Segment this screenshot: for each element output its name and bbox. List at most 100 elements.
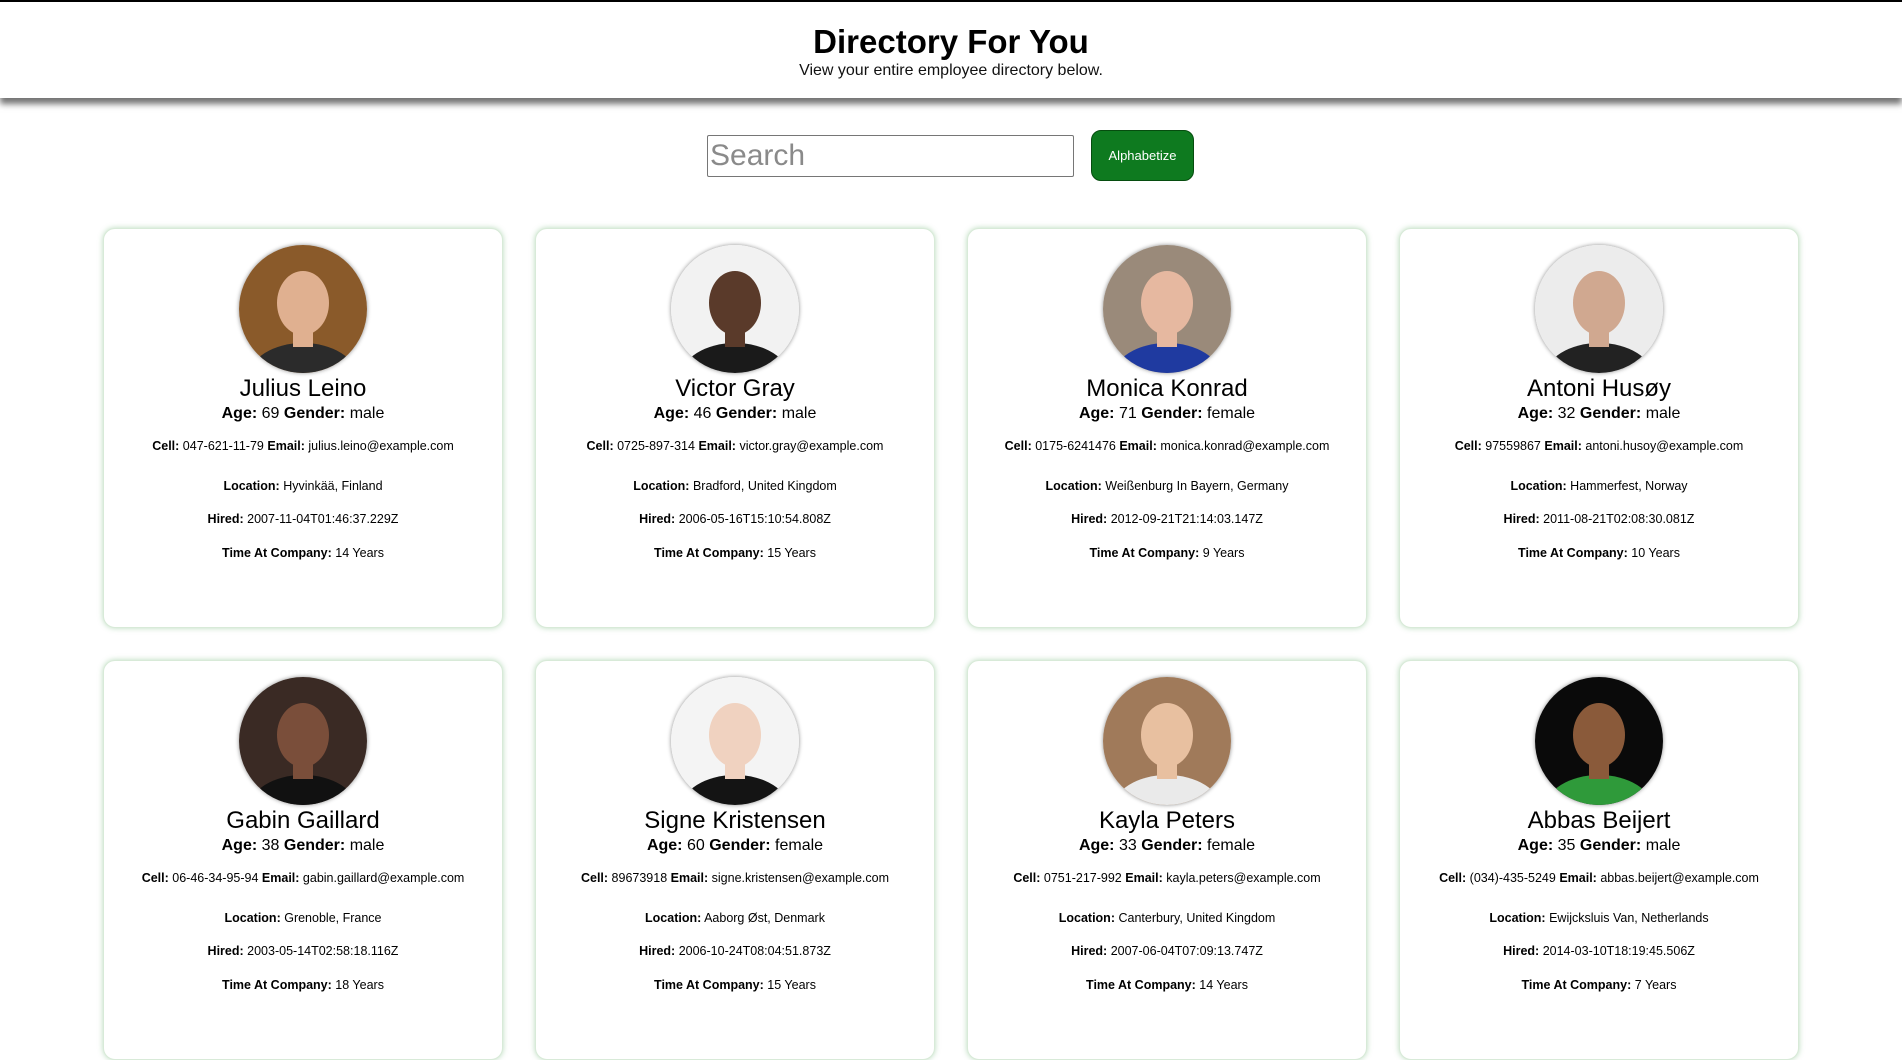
- age-gender: Age: 35 Gender: male: [1400, 836, 1798, 856]
- age-label: Age:: [1517, 405, 1554, 422]
- employee-card: Gabin Gaillard Age: 38 Gender: male Cell: …: [103, 660, 503, 1060]
- age-gender: Age: 60 Gender: female: [536, 836, 934, 856]
- gender-label: Gender:: [1141, 837, 1203, 854]
- cell-label: Cell:: [580, 871, 609, 885]
- email-label: Email:: [267, 439, 305, 453]
- time-value: 18 Years: [335, 978, 384, 992]
- cell-label: Cell:: [1004, 439, 1032, 453]
- time-label: Time At Company:: [654, 978, 764, 992]
- age-gender: Age: 33 Gender: female: [968, 836, 1366, 856]
- gender-value: female: [1207, 837, 1256, 854]
- location-value: Ewijcksluis Van, Netherlands: [1549, 911, 1709, 925]
- hired-date: Hired: 2012-09-21T21:14:03.147Z: [968, 511, 1366, 527]
- employee-grid: Julius Leino Age: 69 Gender: male Cell: 04…: [0, 0, 1902, 1060]
- contact-info: Cell: 0175-6241476 Email: monica.konrad@…: [968, 438, 1366, 454]
- cell-value: 047-621-11-79: [182, 439, 264, 453]
- gender-value: male: [349, 837, 385, 854]
- age-gender: Age: 69 Gender: male: [104, 404, 502, 424]
- location-value: Bradford, United Kingdom: [692, 479, 837, 493]
- cell-label: Cell:: [1013, 871, 1041, 885]
- location-label: Location:: [1510, 479, 1567, 493]
- location-label: Location:: [633, 479, 690, 493]
- gender-label: Gender:: [283, 837, 346, 854]
- employee-name: Gabin Gaillard: [226, 807, 380, 834]
- age-value: 38: [261, 837, 280, 854]
- employee-name: Signe Kristensen: [644, 807, 826, 834]
- avatar: [239, 245, 367, 373]
- time-value: 9 Years: [1202, 546, 1245, 560]
- time-label: Time At Company:: [1089, 546, 1200, 560]
- avatar: [239, 677, 367, 805]
- age-value: 35: [1557, 837, 1576, 854]
- cell-label: Cell:: [1454, 439, 1482, 453]
- email-label: Email:: [261, 871, 300, 885]
- hired-date: Hired: 2007-11-04T01:46:37.229Z: [104, 511, 502, 527]
- time-label: Time At Company:: [1518, 546, 1628, 560]
- time-value: 7 Years: [1634, 978, 1677, 992]
- employee-card: Monica Konrad Age: 71 Gender: female Cell:…: [967, 228, 1367, 628]
- hired-date: Hired: 2011-08-21T02:08:30.081Z: [1400, 511, 1798, 527]
- hired-label: Hired:: [1071, 944, 1108, 958]
- hired-date: Hired: 2003-05-14T02:58:18.116Z: [104, 943, 502, 959]
- employee-card: Signe Kristensen Age: 60 Gender: female Ce…: [535, 660, 935, 1060]
- time-label: Time At Company:: [1521, 978, 1632, 992]
- location: Location: Weißenburg In Bayern, Germany: [968, 478, 1366, 494]
- avatar: [671, 677, 799, 805]
- employee-name: Julius Leino: [239, 375, 367, 402]
- location-label: Location:: [1489, 911, 1546, 925]
- email-value: monica.konrad@example.com: [1160, 439, 1330, 453]
- contact-info: Cell: 89673918 Email: signe.kristensen@e…: [536, 870, 934, 886]
- hired-label: Hired:: [1503, 512, 1540, 526]
- time-at-company: Time At Company: 15 Years: [536, 545, 934, 561]
- email-label: Email:: [1559, 871, 1597, 885]
- employee-name: Kayla Peters: [1098, 807, 1236, 834]
- email-label: Email:: [698, 439, 736, 453]
- gender-value: male: [781, 405, 817, 422]
- age-value: 33: [1118, 837, 1137, 854]
- location: Location: Ewijcksluis Van, Netherlands: [1400, 910, 1798, 926]
- gender-label: Gender:: [1579, 405, 1642, 422]
- age-gender: Age: 32 Gender: male: [1400, 404, 1798, 424]
- hired-label: Hired:: [1503, 944, 1540, 958]
- time-label: Time At Company:: [1086, 978, 1196, 992]
- page-subtitle: View your entire employee directory belo…: [799, 62, 1103, 79]
- avatar: [671, 245, 799, 373]
- gender-label: Gender:: [1579, 837, 1642, 854]
- gender-value: male: [1645, 405, 1681, 422]
- gender-value: male: [1645, 837, 1681, 854]
- location: Location: Hammerfest, Norway: [1400, 478, 1798, 494]
- hired-label: Hired:: [207, 512, 244, 526]
- email-value: abbas.beijert@example.com: [1600, 871, 1759, 885]
- time-at-company: Time At Company: 14 Years: [968, 977, 1366, 993]
- location: Location: Grenoble, France: [104, 910, 502, 926]
- email-value: julius.leino@example.com: [308, 439, 454, 453]
- gender-label: Gender:: [1141, 405, 1203, 422]
- email-label: Email:: [1544, 439, 1582, 453]
- gender-value: female: [1207, 405, 1256, 422]
- hired-value: 2006-10-24T08:04:51.873Z: [678, 944, 831, 958]
- time-label: Time At Company:: [654, 546, 764, 560]
- time-at-company: Time At Company: 7 Years: [1400, 977, 1798, 993]
- contact-info: Cell: 06-46-34-95-94 Email: gabin.gailla…: [104, 870, 502, 886]
- age-gender: Age: 46 Gender: male: [536, 404, 934, 424]
- time-label: Time At Company:: [222, 546, 332, 560]
- hired-date: Hired: 2006-05-16T15:10:54.808Z: [536, 511, 934, 527]
- age-value: 60: [686, 837, 705, 854]
- contact-info: Cell: (034)-435-5249 Email: abbas.beijer…: [1400, 870, 1798, 886]
- cell-value: 89673918: [611, 871, 668, 885]
- contact-info: Cell: 0725-897-314 Email: victor.gray@ex…: [536, 438, 934, 454]
- employee-card: Victor Gray Age: 46 Gender: male Cell: 072…: [535, 228, 935, 628]
- time-value: 10 Years: [1631, 546, 1680, 560]
- cell-value: 06-46-34-95-94: [172, 871, 259, 885]
- hired-value: 2007-06-04T07:09:13.747Z: [1110, 944, 1263, 958]
- location: Location: Aaborg Øst, Denmark: [536, 910, 934, 926]
- hired-value: 2012-09-21T21:14:03.147Z: [1110, 512, 1263, 526]
- cell-value: 0725-897-314: [617, 439, 695, 453]
- employee-card: Antoni Husøy Age: 32 Gender: male Cell: 97…: [1399, 228, 1799, 628]
- age-label: Age:: [221, 405, 258, 422]
- email-value: gabin.gaillard@example.com: [302, 871, 465, 885]
- age-label: Age:: [646, 837, 683, 854]
- cell-label: Cell:: [586, 439, 614, 453]
- age-value: 71: [1118, 405, 1137, 422]
- age-value: 69: [261, 405, 280, 422]
